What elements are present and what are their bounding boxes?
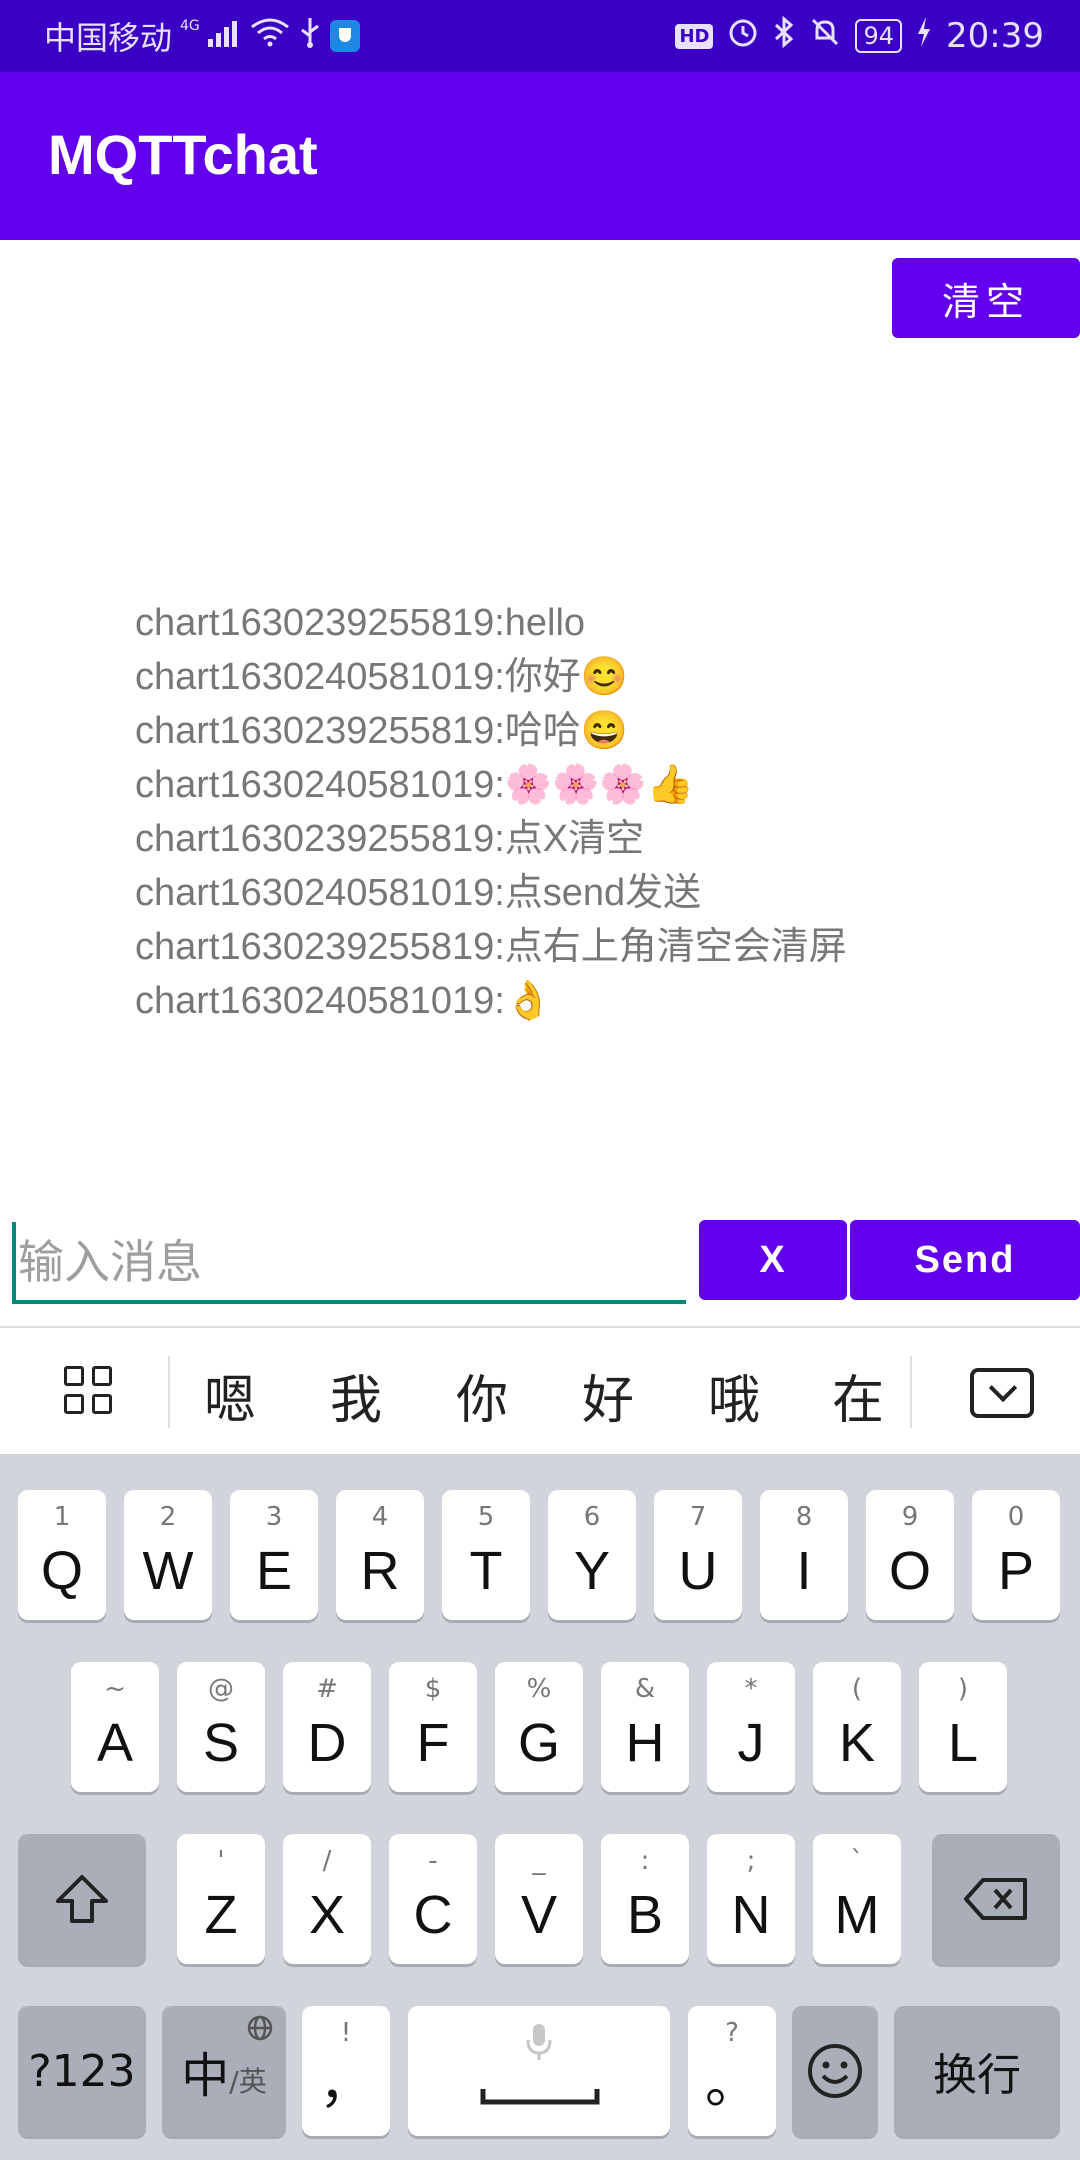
signal-icon: [207, 17, 242, 55]
bluetooth-icon: [773, 15, 795, 57]
key-u[interactable]: 7U: [654, 1490, 742, 1620]
message-input-wrapper: [12, 1222, 694, 1304]
wifi-icon: [250, 17, 290, 55]
status-right: HD 94 20:39: [675, 14, 1044, 58]
key-w[interactable]: 2W: [124, 1490, 212, 1620]
microphone-icon: [525, 2022, 553, 2066]
message-list: chart1630239255819:hello chart1630240581…: [135, 596, 1035, 1028]
key-d[interactable]: # D: [283, 1662, 371, 1792]
key-f[interactable]: $ F: [389, 1662, 477, 1792]
message-item: chart1630240581019:你好😊: [135, 656, 629, 698]
app-title: MQTTchat: [48, 123, 318, 186]
clear-button[interactable]: 清空: [892, 258, 1080, 338]
message-item: chart1630240581019:👌: [135, 980, 553, 1022]
shield-icon: [329, 20, 360, 52]
key-x[interactable]: / X: [283, 1834, 371, 1964]
shift-icon: [18, 1834, 146, 1964]
key-k[interactable]: (K: [813, 1662, 901, 1792]
message-item: chart1630239255819:哈哈😄: [135, 710, 629, 752]
key-z[interactable]: ' Z: [177, 1834, 265, 1964]
status-bar: 中国移动 4G HD 94 20:39: [0, 0, 1080, 72]
comma-key[interactable]: !，: [302, 2006, 390, 2136]
key-i[interactable]: 8I: [760, 1490, 848, 1620]
key-m[interactable]: ` M: [813, 1834, 901, 1964]
message-item: chart1630240581019:点send发送: [135, 872, 702, 914]
key-b[interactable]: :B: [601, 1834, 689, 1964]
key-l[interactable]: ) L: [919, 1662, 1007, 1792]
candidate-word[interactable]: 你: [456, 1358, 508, 1433]
key-q[interactable]: 1Q: [18, 1490, 106, 1620]
candidate-divider: [168, 1356, 170, 1428]
key-p[interactable]: 0P: [972, 1490, 1060, 1620]
key-s[interactable]: @ S: [177, 1662, 265, 1792]
key-o[interactable]: 9O: [866, 1490, 954, 1620]
key-h[interactable]: & H: [601, 1662, 689, 1792]
hide-keyboard-icon[interactable]: [970, 1368, 1034, 1418]
message-item: chart1630239255819:点X清空: [135, 818, 645, 860]
key-t[interactable]: 5T: [442, 1490, 530, 1620]
key-c[interactable]: -C: [389, 1834, 477, 1964]
candidate-word[interactable]: 哦: [708, 1358, 760, 1433]
language-key[interactable]: 中/英: [162, 2006, 286, 2136]
candidate-word[interactable]: 我: [330, 1358, 382, 1433]
candidate-word[interactable]: 在: [832, 1358, 884, 1433]
hd-icon: HD: [675, 23, 714, 49]
app-bar: MQTTchat: [0, 72, 1080, 240]
key-r[interactable]: 4R: [336, 1490, 424, 1620]
key-a[interactable]: ~ A: [71, 1662, 159, 1792]
message-item: chart1630239255819:hello: [135, 602, 586, 644]
clear-input-button[interactable]: X: [699, 1220, 847, 1300]
key-v[interactable]: _ V: [495, 1834, 583, 1964]
send-button[interactable]: Send: [850, 1220, 1080, 1300]
keyboard: 1Q 2W 3E 4R 5T 6Y 7U 8I 9O 0P ~ A @ S # D $…: [0, 1454, 1080, 2160]
alarm-icon: [727, 16, 759, 57]
backspace-icon: [932, 1834, 1060, 1964]
symbols-label: ?123: [28, 2045, 136, 2097]
network-type: 4G: [180, 18, 200, 34]
space-key[interactable]: [408, 2006, 670, 2136]
grid-menu-icon[interactable]: [64, 1366, 116, 1418]
carrier-label: 中国移动: [44, 19, 173, 57]
backspace-key[interactable]: [932, 1834, 1060, 1964]
message-input[interactable]: [12, 1222, 694, 1302]
shift-key[interactable]: [18, 1834, 146, 1964]
message-item: chart1630239255819:点右上角清空会清屏: [135, 926, 847, 968]
enter-label: 换行: [933, 2050, 1021, 2101]
key-j[interactable]: * J: [707, 1662, 795, 1792]
mute-icon: [809, 16, 841, 57]
emoji-key[interactable]: [792, 2006, 878, 2136]
message-item: chart1630240581019:🌸🌸🌸👍: [135, 764, 695, 806]
candidate-divider: [910, 1356, 912, 1428]
emoji-icon: [792, 2006, 878, 2136]
space-bar-icon: [480, 2086, 600, 2110]
charging-icon: [916, 16, 932, 56]
key-g[interactable]: % G: [495, 1662, 583, 1792]
candidate-word[interactable]: 嗯: [204, 1358, 256, 1433]
symbols-key[interactable]: ?123: [18, 2006, 146, 2136]
usb-icon: [298, 16, 322, 56]
key-e[interactable]: 3E: [230, 1490, 318, 1620]
enter-key[interactable]: 换行: [894, 2006, 1060, 2136]
key-n[interactable]: ; N: [707, 1834, 795, 1964]
language-label: 中/英: [181, 2048, 267, 2104]
key-y[interactable]: 6Y: [548, 1490, 636, 1620]
period-key[interactable]: ?。: [688, 2006, 776, 2136]
keyboard-candidate-bar: 嗯 我 你 好 哦 在: [0, 1326, 1080, 1456]
candidate-word[interactable]: 好: [582, 1358, 634, 1433]
clock-time: 20:39: [946, 16, 1044, 56]
status-left: 中国移动 4G: [44, 14, 360, 58]
battery-icon: 94: [855, 19, 903, 53]
